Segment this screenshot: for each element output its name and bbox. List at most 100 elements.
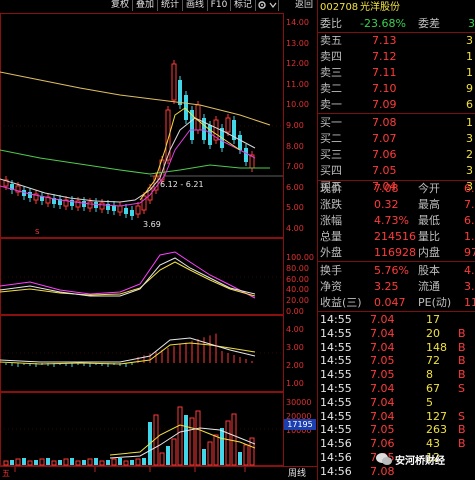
macd-dif-line: [0, 337, 256, 363]
tick-volume: 17: [426, 313, 440, 326]
indicator2-axis-tick: 3.00: [286, 343, 304, 352]
volume-bar: [3, 460, 9, 466]
price-axis-tick: 14.00: [286, 18, 309, 27]
ask-volume: 9: [466, 82, 473, 95]
tick-time: 14:55: [320, 409, 352, 423]
volume-bar: [46, 458, 50, 465]
volume-bar: [118, 458, 122, 465]
tick-row: 14:55 7.04 5: [318, 396, 475, 410]
kline-chart[interactable]: 3.69 6.12 - 6.21 S 五 周线: [0, 0, 317, 480]
candle-body: [117, 205, 123, 213]
candle-body: [171, 63, 177, 101]
stat-label: 总量: [320, 230, 342, 243]
stat2-value: 5.76%: [374, 264, 409, 277]
stat-row: 外盘 116928内盘 975: [318, 245, 475, 261]
indicator1-axis-tick: 60.00: [286, 274, 309, 284]
tick-row: 14:55 7.04 127 S: [318, 410, 475, 424]
tick-time: 14:55: [320, 340, 352, 354]
tick-price: 7.05: [370, 423, 395, 437]
candle-body: [130, 210, 134, 216]
volume-bar: [142, 458, 146, 465]
candle-body: [70, 200, 74, 206]
kdj-d-line: [0, 261, 256, 297]
stat-value: 214516: [374, 230, 416, 243]
tick-time: 14:55: [320, 382, 352, 395]
bid-row[interactable]: 买三 7.06 2: [318, 147, 475, 163]
weicha-value: 3: [468, 17, 475, 30]
indicator2-axis-tick: 2.00: [286, 361, 304, 370]
volume-bar: [10, 460, 14, 465]
stat-value2: 7.: [464, 198, 475, 211]
ask-volume: 1: [466, 50, 473, 63]
volume-bar: [184, 415, 188, 465]
stat-value: 7.08: [374, 182, 399, 195]
stat2-label2: 股本: [418, 264, 440, 277]
tick-row: 14:55 7.04 148 B: [318, 341, 475, 355]
bid-price: 7.07: [372, 132, 397, 145]
stat-row: 涨跌 0.32 最高 7.: [318, 197, 475, 213]
stat-label: 涨跌: [320, 198, 342, 211]
volume-bar: [238, 452, 242, 465]
ask-price: 7.12: [372, 50, 397, 63]
tick-price: 7.04: [370, 409, 395, 423]
candle-body: [135, 205, 141, 215]
price-axis-tick: 4.00: [286, 224, 304, 233]
ask-row[interactable]: 卖三 7.11 1: [318, 65, 475, 81]
bid-label: 买二: [320, 132, 342, 145]
tick-price: 7.04: [370, 313, 395, 326]
webi-label: 委比: [320, 17, 342, 30]
period-tab-weekly[interactable]: 周线: [288, 467, 306, 479]
tick-row: 14:55 7.05 8 B: [318, 368, 475, 382]
bid-price: 7.05: [372, 164, 397, 177]
ask-row[interactable]: 卖五 7.13 3: [318, 33, 475, 49]
tick-volume: 72: [426, 354, 440, 368]
tick-volume: 127: [426, 409, 447, 423]
tick-time: 14:56: [320, 451, 352, 464]
indicator1-axis-tick: 80.00: [286, 263, 309, 273]
price-axis-tick: 8.00: [286, 141, 304, 151]
tick-flag: B: [458, 423, 466, 437]
indicator2-axis-tick: 1.00: [286, 379, 304, 388]
ask-label: 卖三: [320, 66, 342, 79]
bid-volume: 2: [466, 148, 473, 161]
tick-time: 14:55: [320, 313, 352, 326]
price-axis-tick: 5.00: [286, 203, 304, 213]
tick-time: 14:55: [320, 354, 352, 368]
stat-value2: 1.: [464, 230, 475, 243]
indicator1-axis-tick: 100.00: [286, 253, 314, 262]
price-axis-tick: 7.00: [286, 162, 304, 172]
indicator2-axis-tick: 4.00: [286, 325, 304, 334]
volume-bar: [231, 413, 237, 466]
ask-price: 7.09: [372, 98, 397, 111]
ma-long-line: [0, 71, 271, 126]
stat-label2: 内盘: [418, 246, 440, 259]
candle-body: [99, 202, 105, 210]
ask-row[interactable]: 卖四 7.12 1: [318, 49, 475, 65]
tick-price: 7.04: [370, 326, 395, 340]
volume-bar: [70, 458, 74, 465]
bid-row[interactable]: 买一 7.08 1: [318, 115, 475, 131]
wechat-icon: [376, 453, 392, 465]
bid-row[interactable]: 买二 7.07 3: [318, 131, 475, 147]
stat2-label2: PE(动): [418, 296, 452, 309]
watermark: 安河桥财经: [376, 450, 474, 468]
tick-flag: B: [458, 354, 466, 368]
tick-volume: 263: [426, 423, 447, 437]
tick-time: 14:55: [320, 368, 352, 382]
bid-row[interactable]: 买四 7.05 3: [318, 163, 475, 179]
stat2-value2: 4.69: [464, 264, 475, 277]
tick-row: 14:55 7.04 17: [318, 313, 475, 327]
ask-label: 卖一: [320, 98, 342, 111]
volume-axis-tick: 30000: [286, 398, 312, 407]
ask-row[interactable]: 卖二 7.10 9: [318, 81, 475, 97]
volume-bar: [130, 460, 134, 465]
stat-value2: 6.: [464, 182, 475, 195]
volume-bar: [213, 434, 219, 466]
volume-bar: [207, 441, 213, 466]
volume-bar: [94, 458, 98, 465]
volume-bar: [220, 428, 224, 465]
ask-label: 卖四: [320, 50, 342, 63]
stat-row: 涨幅 4.73% 最低 6.: [318, 213, 475, 229]
volume-bar: [51, 460, 57, 466]
ask-row[interactable]: 卖一 7.09 6: [318, 97, 475, 113]
